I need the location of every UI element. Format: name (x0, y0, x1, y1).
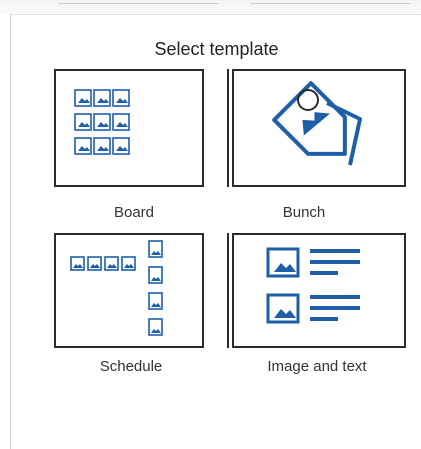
tag-bunch-icon (272, 81, 362, 166)
template-board-label: Board (113, 204, 155, 221)
image-and-text-icon (266, 247, 360, 324)
template-schedule-label: Schedule (99, 358, 163, 375)
template-board-tile[interactable] (54, 69, 204, 187)
template-bunch-tile[interactable] (232, 69, 406, 187)
image-schedule-icon (70, 240, 163, 336)
template-image-and-text-label: Image and text (267, 358, 367, 375)
tile-divider-top (227, 69, 229, 187)
header-rule-left (58, 3, 218, 4)
tile-divider-bottom (227, 233, 229, 348)
header-rule-right (250, 3, 410, 4)
template-image-and-text-tile[interactable] (232, 233, 406, 348)
image-grid-icon (74, 89, 130, 155)
template-bunch-label: Bunch (282, 204, 326, 221)
dialog-title: Select template (154, 39, 279, 59)
template-schedule-tile[interactable] (54, 233, 204, 348)
